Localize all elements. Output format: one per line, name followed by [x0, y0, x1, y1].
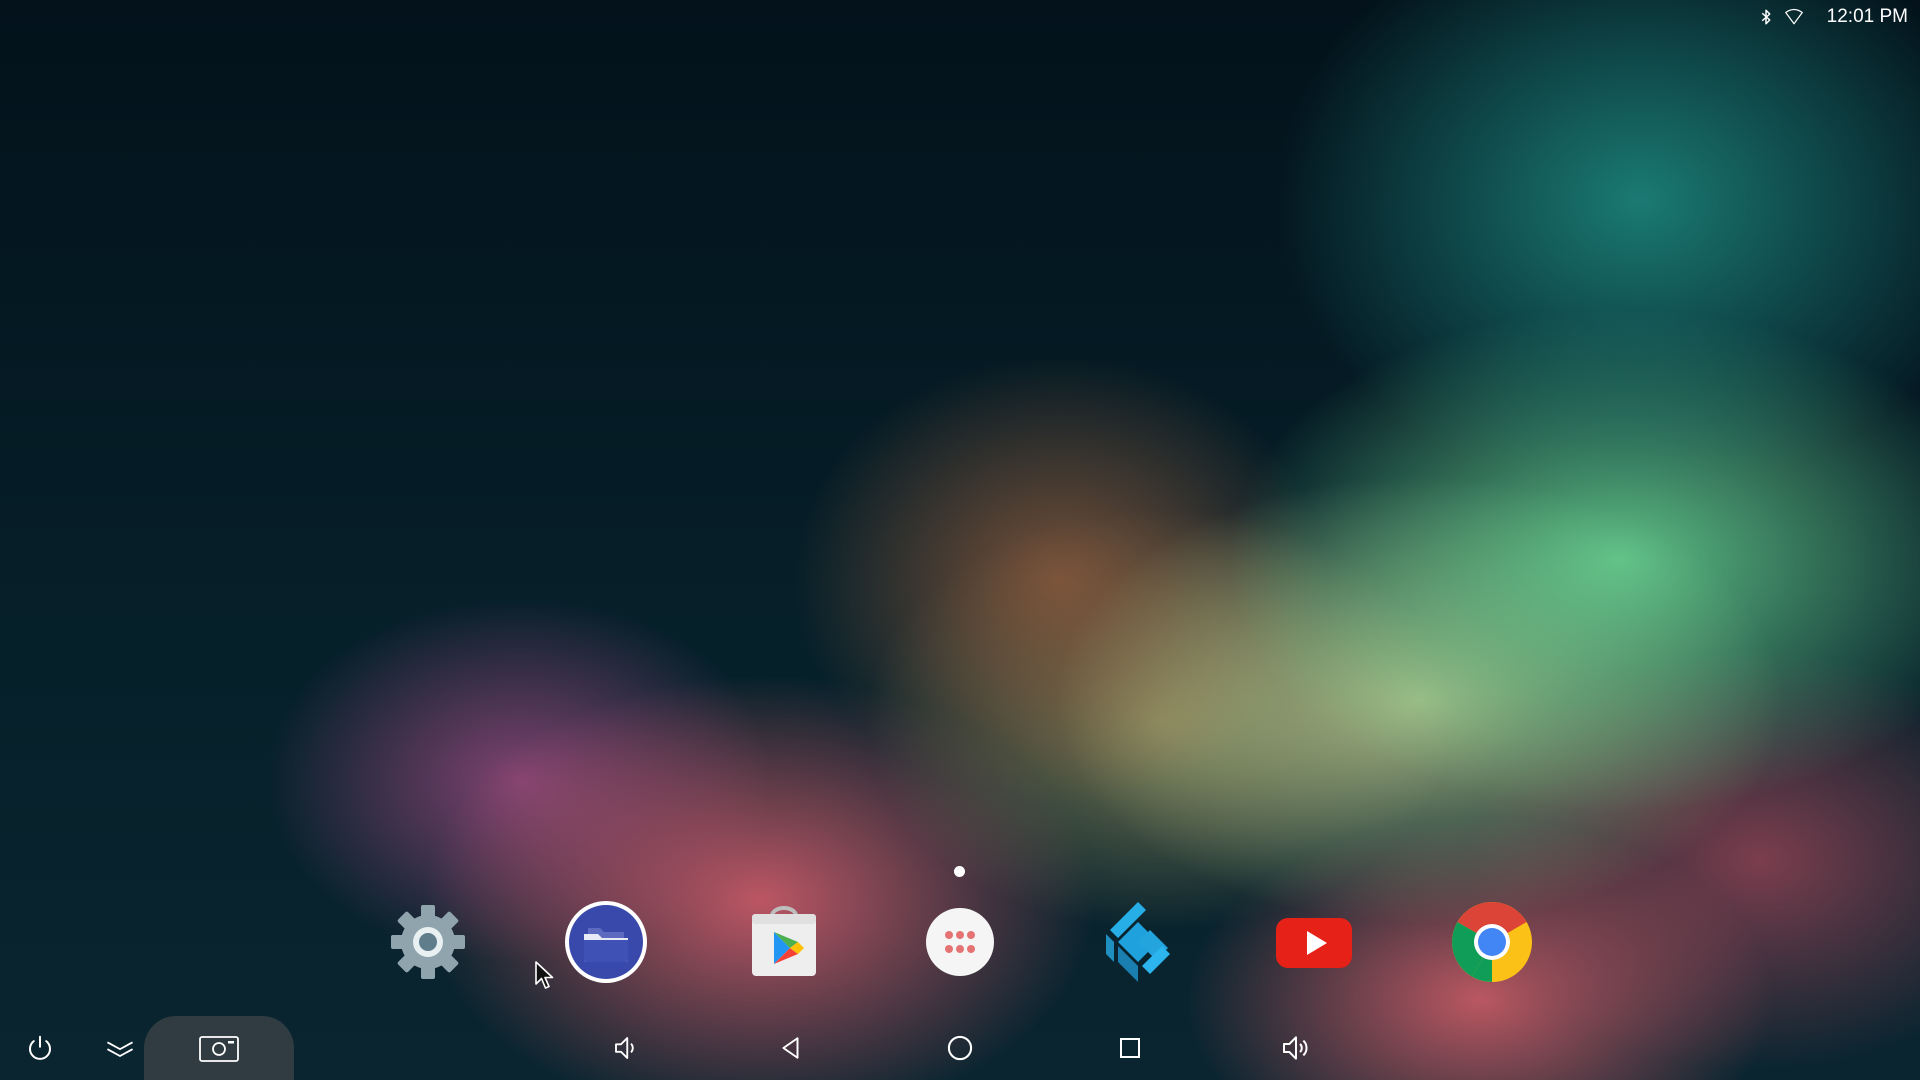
app-drawer-button[interactable]	[918, 900, 1002, 984]
back-button[interactable]	[767, 1024, 815, 1072]
collapse-icon	[106, 1041, 134, 1058]
kodi-app[interactable]	[1096, 900, 1180, 984]
power-button[interactable]	[16, 1024, 64, 1072]
bluetooth-icon	[1761, 9, 1771, 25]
volume-down-icon	[615, 1037, 634, 1059]
volume-up-icon	[1283, 1036, 1308, 1060]
file-manager-app[interactable]	[564, 900, 648, 984]
play-store-app[interactable]	[742, 900, 826, 984]
recents-icon	[1120, 1038, 1140, 1058]
home-button[interactable]	[936, 1024, 984, 1072]
chrome-app[interactable]	[1450, 900, 1534, 984]
recents-button[interactable]	[1106, 1024, 1154, 1072]
volume-down-button[interactable]	[602, 1024, 650, 1072]
clock: 12:01 PM	[1826, 6, 1908, 27]
power-icon	[29, 1035, 51, 1060]
home-screen: 12:01 PM	[0, 0, 1920, 1080]
home-icon	[947, 1035, 973, 1061]
mouse-cursor-icon	[535, 961, 554, 989]
chrome-icon	[1452, 902, 1532, 982]
settings-icon	[391, 905, 465, 979]
volume-up-button[interactable]	[1272, 1024, 1320, 1072]
settings-app[interactable]	[386, 900, 470, 984]
screenshot-button[interactable]	[144, 1016, 294, 1080]
youtube-app[interactable]	[1272, 900, 1356, 984]
play-store-icon	[752, 906, 816, 976]
wifi-icon	[1784, 8, 1803, 25]
screenshot-icon	[199, 1036, 239, 1062]
youtube-icon	[1276, 918, 1352, 968]
kodi-icon	[1106, 902, 1170, 982]
file-manager-icon	[565, 901, 647, 983]
status-bar[interactable]: 12:01 PM	[1757, 0, 1920, 34]
back-icon	[782, 1037, 799, 1059]
page-indicator-dot	[954, 866, 965, 877]
collapse-button[interactable]	[96, 1024, 144, 1072]
app-drawer-icon	[926, 908, 994, 976]
